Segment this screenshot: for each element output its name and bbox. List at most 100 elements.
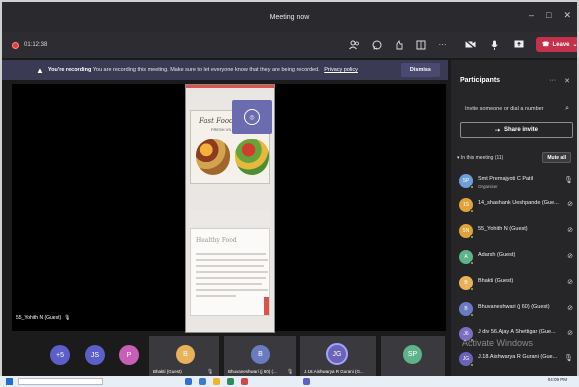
rooms-icon[interactable]: [414, 38, 427, 51]
share-screen-icon[interactable]: [512, 38, 525, 51]
gallery-avatar: SP: [403, 345, 422, 364]
invite-input[interactable]: Invite someone or dial a number ⌕: [460, 100, 573, 117]
window-controls: – □ ✕: [529, 10, 571, 21]
gallery-tile-name: Bhakti (Guest): [153, 369, 182, 374]
chat-icon[interactable]: [370, 38, 383, 51]
participants-panel: Participants ··· ✕ Invite someone or dia…: [451, 60, 577, 380]
share-invite-button[interactable]: ⇢ Share invite: [460, 122, 573, 138]
mic-off-icon: 🎙: [64, 315, 71, 321]
participant-role: Organiser: [478, 184, 498, 189]
toolbar-media: ☎ Leave ⌄: [464, 37, 578, 52]
search-icon: ⌕: [565, 104, 569, 112]
meeting-window: Meeting now – □ ✕ 01:12:38 ··· ☎ Leave ⌄…: [0, 0, 579, 387]
mic-off-icon: 🎙: [287, 369, 294, 375]
app-icon[interactable]: [227, 378, 234, 385]
speaker-label: 55_Yohith N (Guest) 🎙: [16, 315, 70, 321]
participant-row[interactable]: 5N 55_Yohith N (Guest) ⊘: [459, 221, 575, 243]
app-icon[interactable]: [241, 378, 248, 385]
fast-food-heart-image: [196, 139, 230, 175]
app-icon[interactable]: [185, 378, 192, 385]
meeting-timer: 01:12:38: [24, 42, 48, 48]
share-invite-label: Share invite: [504, 127, 539, 133]
participant-row[interactable]: B Bhuvaneshwari (j 60) (Guest) ⊘: [459, 299, 575, 321]
reactions-icon[interactable]: [392, 38, 405, 51]
activate-windows-watermark: Activate Windows: [462, 338, 534, 348]
gallery-avatar[interactable]: P: [119, 345, 139, 365]
participant-avatar: 5N: [459, 224, 474, 239]
recording-banner: ▲ You're recording You are recording thi…: [2, 60, 448, 80]
close-icon[interactable]: ✕: [563, 10, 571, 21]
participant-avatar: A: [459, 250, 474, 265]
gallery-tile[interactable]: B Bhakti (Guest) 🎙: [149, 336, 219, 376]
participant-name: J div 56.Ajay A Shettigar (Gue...: [478, 329, 556, 335]
taskbar-search-input[interactable]: [18, 378, 103, 385]
gallery-avatar: JG: [326, 343, 348, 365]
mic-off-icon: ⊘: [567, 305, 573, 312]
participant-row[interactable]: B Bhakti (Guest) ⊘: [459, 273, 575, 295]
mic-off-icon: 🎙: [207, 369, 214, 375]
leave-button-label: Leave: [552, 41, 570, 48]
folder-icon[interactable]: [213, 378, 220, 385]
gallery-tile-name: J.18.Aishwarya R Gurani (G...: [304, 369, 364, 374]
camera-off-icon[interactable]: [464, 38, 477, 51]
taskbar-clock: 04:09 PM: [547, 377, 567, 382]
maximize-icon[interactable]: □: [546, 10, 551, 21]
mic-off-icon: ⊘: [567, 279, 573, 286]
microphone-icon: 🎙: [564, 177, 573, 184]
dismiss-button[interactable]: Dismiss: [400, 63, 440, 77]
gallery-tile[interactable]: B Bhuvaneshwari (j 60) (... 🎙: [224, 336, 296, 376]
speaker-name: 55_Yohith N (Guest): [16, 315, 62, 321]
gallery-tile[interactable]: JG J.18.Aishwarya R Gurani (G...: [300, 336, 376, 376]
gallery-avatar: B: [251, 345, 270, 364]
participant-row[interactable]: JG J.18.Aishwarya R Gurani (Gue... 🎙: [459, 349, 575, 371]
participants-icon[interactable]: [348, 38, 361, 51]
in-meeting-header[interactable]: ▾ In this meeting (11): [457, 155, 503, 161]
participant-row[interactable]: A Adarsh (Guest) ⊘: [459, 247, 575, 269]
recording-icon: [12, 41, 19, 49]
warning-icon: ▲: [36, 65, 44, 75]
participant-avatar: B: [459, 302, 474, 317]
mic-off-icon: ⊘: [567, 253, 573, 260]
gallery-tile[interactable]: SP: [381, 336, 445, 376]
leave-button[interactable]: ☎ Leave ⌄: [536, 37, 578, 52]
close-panel-icon[interactable]: ✕: [564, 77, 570, 85]
participant-name: Adarsh (Guest): [478, 252, 516, 258]
participant-avatar: JG: [459, 352, 474, 367]
in-meeting-label: In this meeting (11): [460, 155, 504, 161]
windows-taskbar: 04:09 PM: [0, 376, 579, 387]
banner-message: You are recording this meeting. Make sur…: [92, 67, 320, 73]
more-actions-icon[interactable]: ···: [436, 38, 449, 51]
participant-row[interactable]: 1S 14_shashank Ueshpande (Gue... ⊘: [459, 195, 575, 217]
more-options-icon[interactable]: ···: [549, 77, 556, 85]
participant-row[interactable]: SP Smt Premajyoti C Patil Organiser 🎙: [459, 171, 575, 193]
meeting-toolbar: 01:12:38 ··· ☎ Leave ⌄: [2, 32, 577, 58]
mic-off-icon: ⊘: [567, 201, 573, 208]
banner-lead: You're recording: [47, 67, 92, 73]
participant-avatar: 1S: [459, 198, 474, 213]
participant-name: Bhakti (Guest): [478, 278, 514, 284]
window-title: Meeting now: [269, 13, 310, 21]
microphone-icon[interactable]: [488, 38, 501, 51]
overflow-participants-button[interactable]: +5: [50, 345, 70, 365]
participant-name: Bhuvaneshwari (j 60) (Guest): [478, 304, 550, 310]
microphone-icon: 🎙: [564, 355, 573, 362]
share-icon: ⇢: [494, 127, 500, 134]
phone-hangup-icon: ☎: [542, 42, 550, 48]
mute-all-button[interactable]: Mute all: [542, 152, 571, 163]
participant-name: Smt Premajyoti C Patil: [478, 176, 534, 182]
healthy-food-slide: Healthy Food: [190, 228, 270, 316]
app-icon[interactable]: [199, 378, 206, 385]
participant-avatar: B: [459, 276, 474, 291]
invite-placeholder: Invite someone or dial a number: [465, 105, 544, 112]
presenter-video-tile[interactable]: ◎: [232, 100, 272, 134]
gallery-tile-name: Bhuvaneshwari (j 60) (...: [228, 369, 277, 374]
minimize-icon[interactable]: –: [529, 10, 534, 21]
privacy-policy-link[interactable]: Privacy policy: [324, 67, 358, 73]
chevron-down-icon[interactable]: ⌄: [573, 41, 578, 48]
toolbar-actions: ···: [348, 38, 449, 51]
teams-icon[interactable]: [303, 378, 310, 385]
windows-start-icon[interactable]: [6, 378, 13, 385]
gallery-avatar[interactable]: JS: [85, 345, 105, 365]
fresh-food-heart-image: [235, 139, 269, 175]
mic-off-icon: ⊘: [567, 330, 573, 337]
